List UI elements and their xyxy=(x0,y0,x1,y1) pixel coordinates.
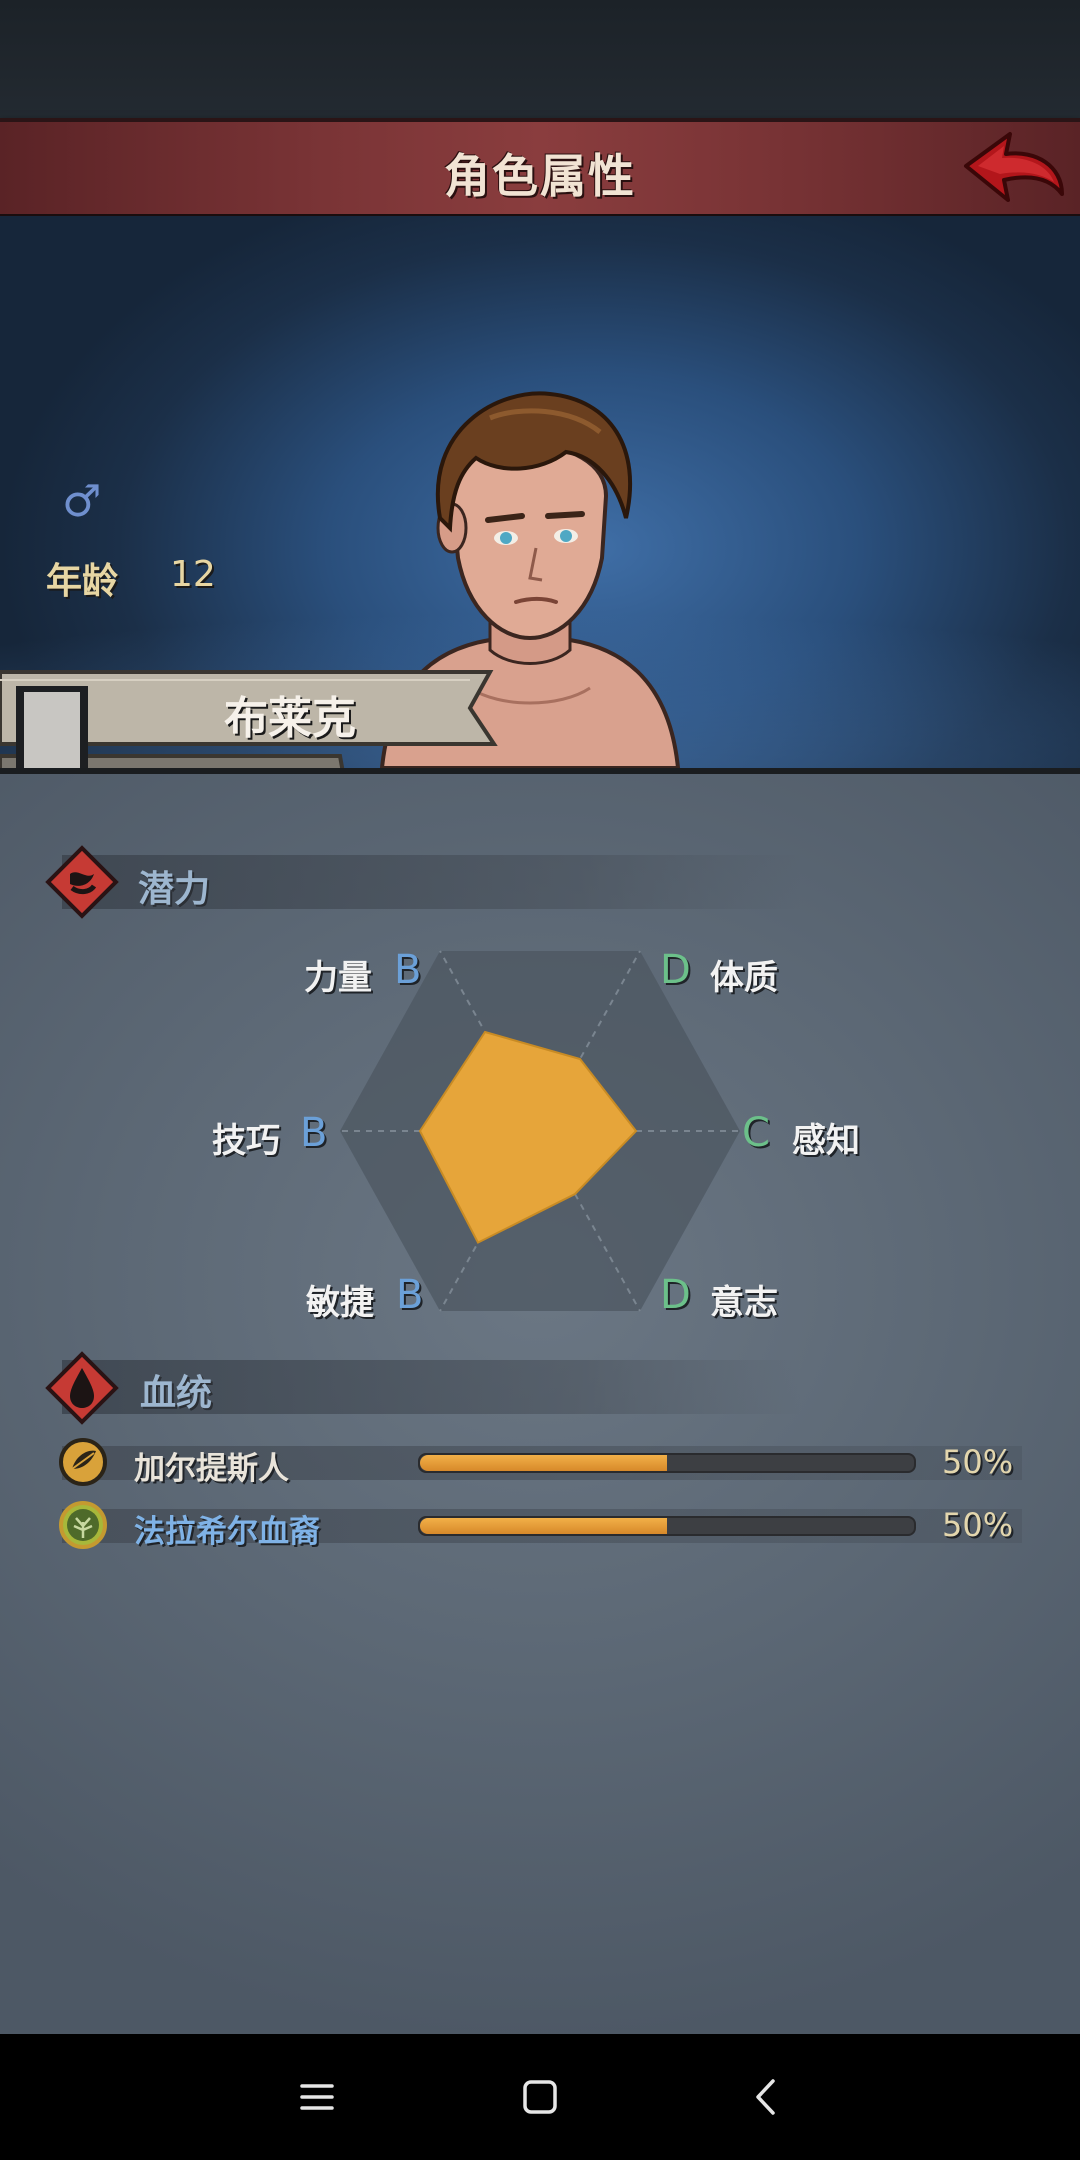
bloodline-progress-bar xyxy=(418,1453,916,1473)
stat-name-strength: 力量 xyxy=(304,958,372,998)
bloodline-progress-fill xyxy=(420,1455,667,1471)
bloodline-percent: 50% xyxy=(942,1443,1014,1481)
potential-radar-chart xyxy=(340,950,740,1312)
page-title: 角色属性 xyxy=(444,149,636,203)
bloodline-progress-bar xyxy=(418,1516,916,1536)
age-label: 年龄 xyxy=(46,561,119,602)
stat-name-agility: 敏捷 xyxy=(306,1283,374,1323)
bloodline-name: 加尔提斯人 xyxy=(134,1451,289,1487)
potential-title: 潜力 xyxy=(138,869,211,910)
stat-name-perception: 感知 xyxy=(792,1121,860,1161)
stat-grade-will: D xyxy=(660,1272,691,1318)
home-icon[interactable] xyxy=(515,2072,565,2122)
stat-grade-strength: B xyxy=(394,947,422,993)
bloodline-progress-fill xyxy=(420,1518,667,1534)
age-value: 12 xyxy=(170,554,216,595)
system-navigation-bar xyxy=(0,2034,1080,2160)
bloodline-name: 法拉希尔血裔 xyxy=(134,1514,320,1550)
male-gender-icon: ♂ xyxy=(62,476,102,527)
blood-drop-icon xyxy=(45,1351,119,1425)
stat-name-skill: 技巧 xyxy=(212,1121,280,1161)
stat-grade-agility: B xyxy=(396,1272,424,1318)
stat-name-constitution: 体质 xyxy=(710,958,778,998)
title-banner: 角色属性 xyxy=(0,118,1080,220)
status-bar-area xyxy=(0,0,1080,118)
galtis-emblem-icon xyxy=(59,1438,107,1486)
stat-grade-skill: B xyxy=(300,1110,328,1156)
stat-grade-constitution: D xyxy=(660,947,691,993)
stat-grade-perception: C xyxy=(742,1110,770,1156)
bloodline-title: 血统 xyxy=(140,1373,213,1414)
bloodline-percent: 50% xyxy=(942,1506,1014,1544)
back-arrow-icon[interactable] xyxy=(958,128,1068,210)
stat-name-will: 意志 xyxy=(710,1283,778,1323)
potential-icon xyxy=(45,845,119,919)
back-icon[interactable] xyxy=(742,2072,792,2122)
tree-emblem-icon xyxy=(59,1501,107,1549)
menu-icon[interactable] xyxy=(292,2072,342,2122)
